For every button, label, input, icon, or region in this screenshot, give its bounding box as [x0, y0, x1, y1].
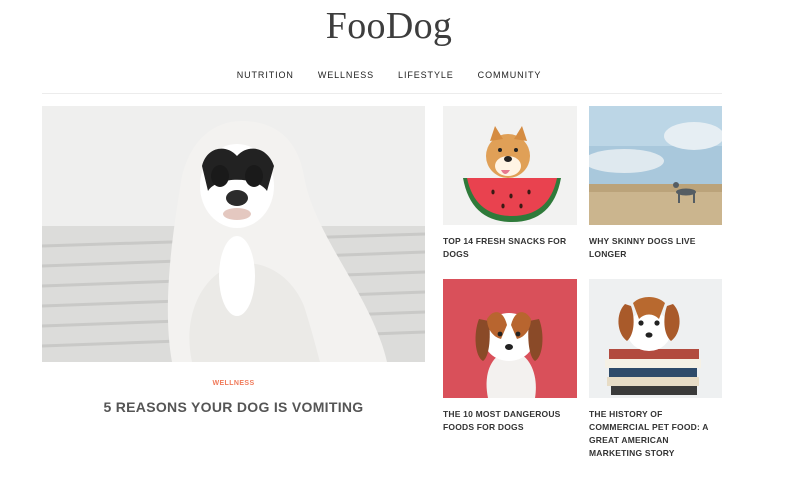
article-image-pet-food-history[interactable] [589, 279, 722, 398]
article-title-snacks[interactable]: TOP 14 FRESH SNACKS FOR DOGS [443, 235, 577, 261]
nav-item-community[interactable]: COMMUNITY [478, 70, 542, 80]
article-image-skinny-dogs[interactable] [589, 106, 722, 225]
article-title-dangerous-foods[interactable]: THE 10 MOST DANGEROUS FOODS FOR DOGS [443, 408, 577, 434]
site-logo[interactable]: FooDog [0, 4, 778, 48]
featured-title[interactable]: 5 REASONS YOUR DOG IS VOMITING [42, 399, 425, 415]
article-title-skinny-dogs[interactable]: WHY SKINNY DOGS LIVE LONGER [589, 235, 722, 261]
header-divider [42, 93, 722, 94]
nav-item-lifestyle[interactable]: LIFESTYLE [398, 70, 454, 80]
featured-image[interactable] [42, 106, 425, 362]
article-image-dangerous-foods[interactable] [443, 279, 577, 398]
nav-item-wellness[interactable]: WELLNESS [318, 70, 374, 80]
featured-category[interactable]: WELLNESS [42, 380, 425, 387]
nav-item-nutrition[interactable]: NUTRITION [237, 70, 294, 80]
main-nav: NUTRITION WELLNESS LIFESTYLE COMMUNITY [0, 70, 778, 80]
article-title-pet-food-history[interactable]: THE HISTORY OF COMMERCIAL PET FOOD: A GR… [589, 408, 722, 460]
article-image-snacks[interactable] [443, 106, 577, 225]
